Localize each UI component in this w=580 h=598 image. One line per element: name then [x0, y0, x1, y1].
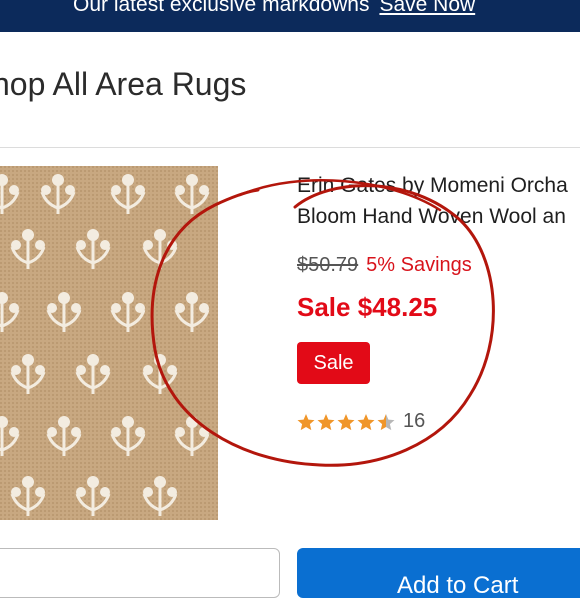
price-row: $50.79 5% Savings [297, 254, 472, 277]
product-title-line-2: Bloom Hand Woven Wool an [297, 205, 566, 228]
product-title-line-1: Erin Gates by Momeni Orcha [297, 174, 568, 197]
page-title: hop All Area Rugs [0, 66, 247, 102]
rating-row[interactable]: 16 [297, 410, 425, 434]
save-now-link[interactable]: Save Now [379, 0, 475, 16]
star-rating-icon [297, 413, 395, 430]
header-divider [0, 147, 580, 148]
promo-banner-text: Our latest exclusive markdowns [73, 0, 370, 16]
rug-pattern-image [0, 166, 218, 520]
add-to-cart-button[interactable]: Add to Cart [297, 548, 580, 598]
review-count: 16 [403, 410, 426, 432]
secondary-action-button[interactable] [0, 548, 280, 598]
savings-text: 5% Savings [366, 254, 472, 276]
product-title-link[interactable]: Erin Gates by Momeni Orcha Bloom Hand Wo… [297, 170, 568, 232]
sale-badge-label: Sale [313, 351, 354, 374]
add-to-cart-label: Add to Cart [397, 572, 519, 598]
original-price: $50.79 [297, 254, 359, 276]
promo-banner: Our latest exclusive markdowns Save Now [0, 0, 580, 32]
product-image[interactable] [0, 166, 218, 520]
sale-badge: Sale [297, 342, 370, 384]
sale-price: Sale $48.25 [297, 292, 438, 322]
